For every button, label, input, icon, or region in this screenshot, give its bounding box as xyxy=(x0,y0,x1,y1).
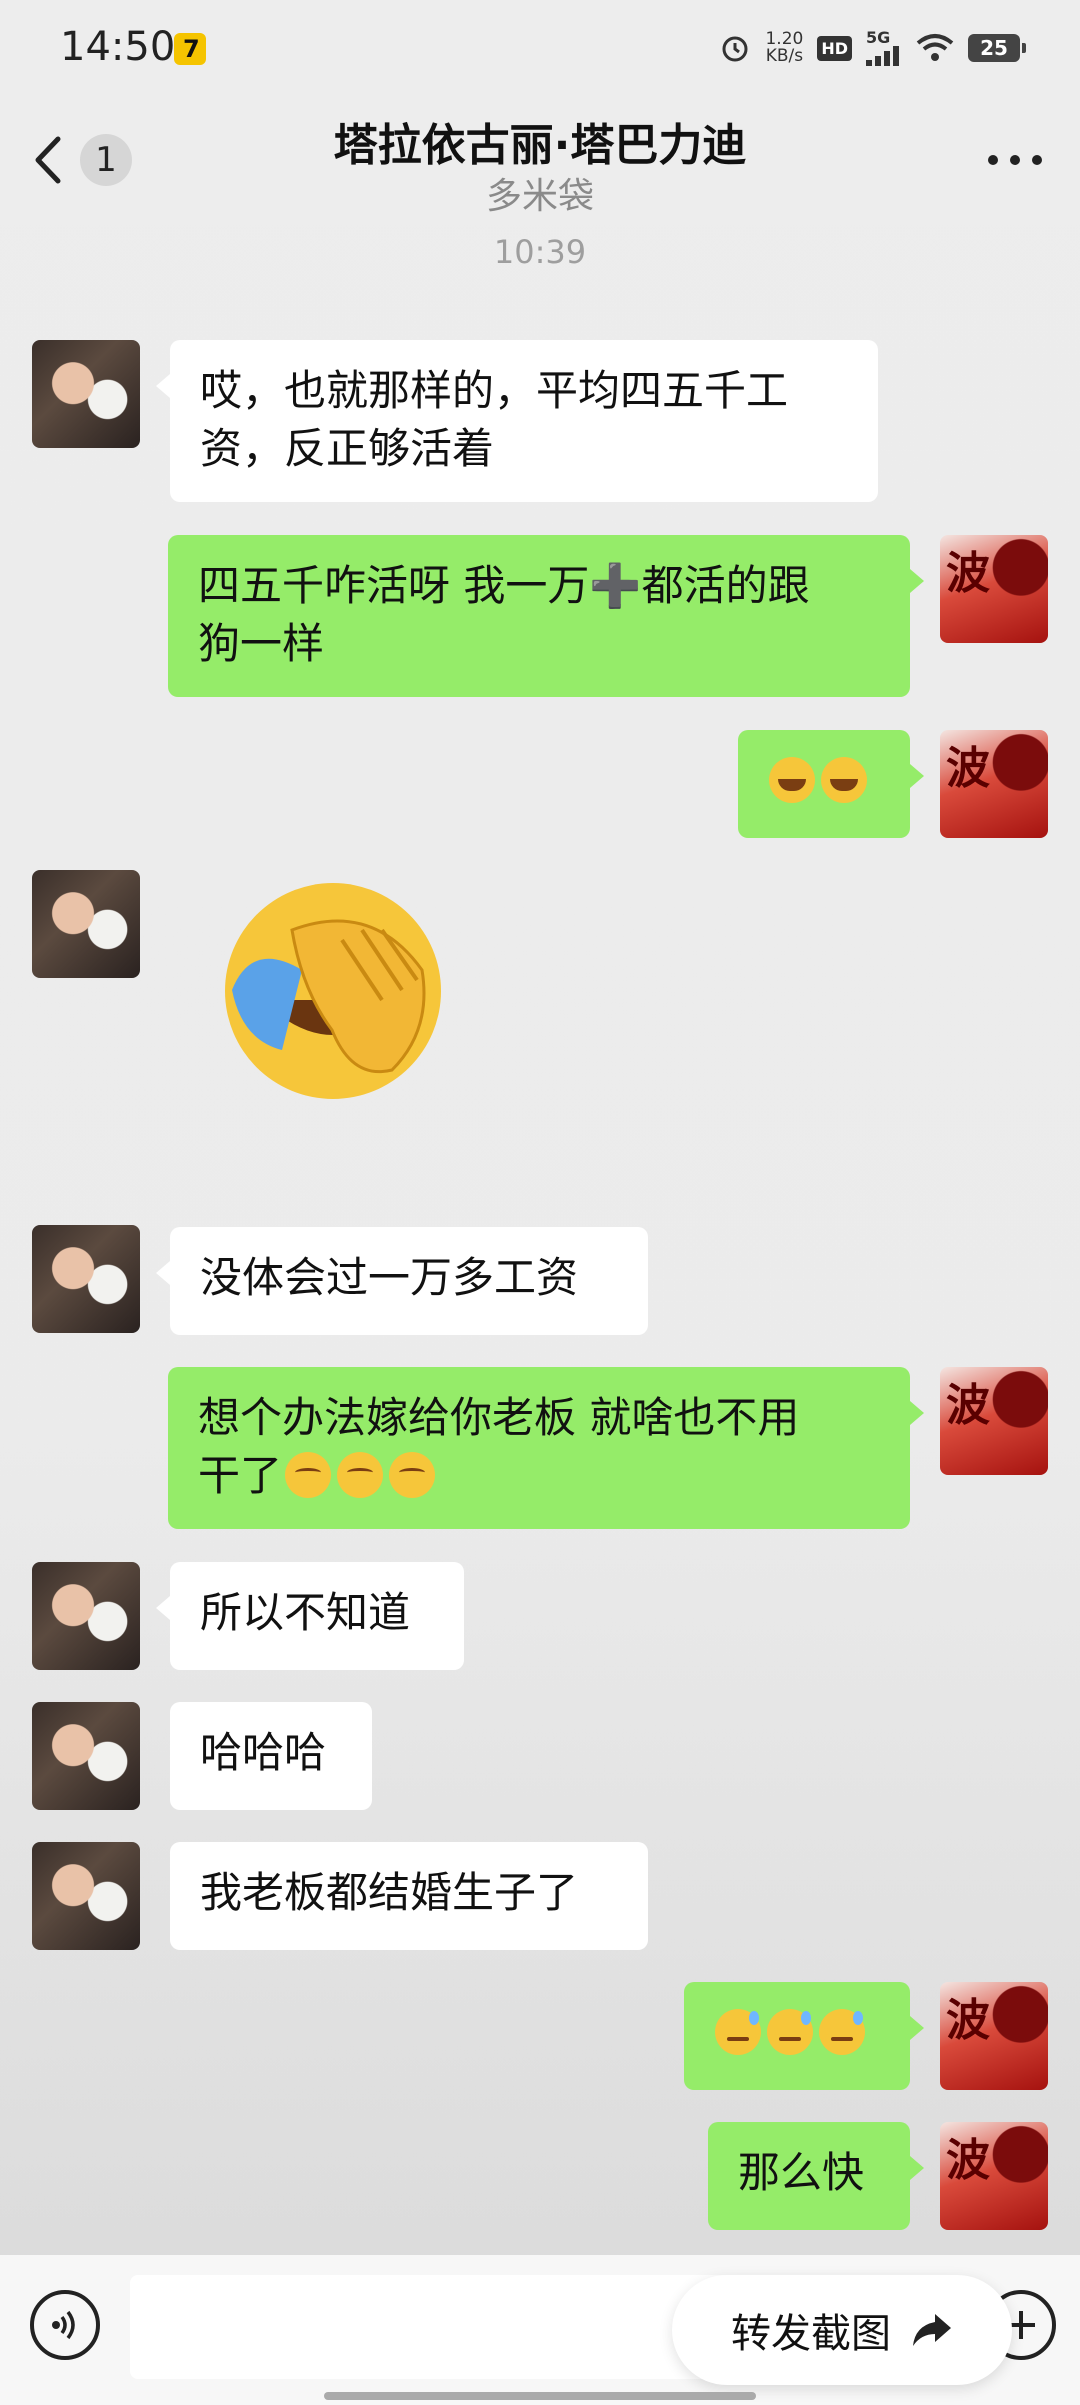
blushing-emoji-icon xyxy=(389,1452,436,1498)
message-bubble-incoming[interactable]: 没体会过一万多工资 xyxy=(156,1227,648,1335)
message-bubble-outgoing[interactable]: 四五千咋活呀 我一万➕都活的跟 狗一样 xyxy=(168,535,924,697)
contact-avatar[interactable] xyxy=(32,340,140,448)
network-speed: 1.20 KB/s xyxy=(765,29,804,66)
my-avatar[interactable]: 波 xyxy=(940,730,1048,838)
laugh-tears-emoji-icon xyxy=(821,757,867,803)
laugh-tears-emoji-icon xyxy=(769,757,815,803)
chat-subtitle: 多米袋 xyxy=(485,176,594,217)
signal-icon: 5G xyxy=(866,30,902,66)
my-avatar[interactable]: 波 xyxy=(940,1982,1048,2090)
more-horizontal-icon xyxy=(988,155,1042,165)
contact-avatar[interactable] xyxy=(32,870,140,978)
my-avatar[interactable]: 波 xyxy=(940,535,1048,643)
battery-icon: 25 xyxy=(968,34,1026,62)
message-bubble-outgoing[interactable]: 想个办法嫁给你老板 就啥也不用 干了 xyxy=(168,1367,924,1529)
blushing-emoji-icon xyxy=(337,1452,384,1498)
forward-screenshot-button[interactable]: 转发截图 xyxy=(672,2275,1012,2385)
voice-icon xyxy=(52,2310,75,2340)
blushing-emoji-icon xyxy=(285,1452,332,1498)
my-avatar[interactable]: 波 xyxy=(940,2122,1048,2230)
hd-badge: HD xyxy=(817,35,852,61)
status-icons: 1.20 KB/s HD 5G 25 xyxy=(719,28,1026,68)
my-avatar[interactable]: 波 xyxy=(940,1367,1048,1475)
facepalm-sticker-icon[interactable] xyxy=(222,880,444,1102)
message-bubble-outgoing[interactable]: 那么快 xyxy=(708,2122,924,2230)
message-bubble-incoming[interactable]: 我老板都结婚生子了 xyxy=(170,1842,648,1950)
wifi-icon xyxy=(916,34,954,61)
contact-avatar[interactable] xyxy=(32,1562,140,1670)
sweat-emoji-icon xyxy=(767,2009,813,2055)
share-arrow-icon xyxy=(913,2314,951,2346)
message-bubble-outgoing[interactable] xyxy=(684,1982,924,2090)
message-bubble-incoming[interactable]: 哈哈哈 xyxy=(170,1702,372,1810)
message-bubble-incoming[interactable]: 哎，也就那样的，平均四五千工 资，反正够活着 xyxy=(156,340,878,502)
contact-avatar[interactable] xyxy=(32,1842,140,1950)
contact-avatar[interactable] xyxy=(32,1225,140,1333)
home-indicator[interactable] xyxy=(324,2392,756,2400)
status-time: 14:50 xyxy=(60,24,176,70)
message-bubble-incoming[interactable]: 所以不知道 xyxy=(156,1562,464,1670)
voice-input-button[interactable] xyxy=(30,2290,100,2360)
alarm-icon xyxy=(722,36,748,62)
message-bubble-outgoing[interactable] xyxy=(738,730,924,838)
status-bar: 14:50 7 1.20 KB/s HD 5G 25 xyxy=(0,0,1080,95)
chat-header: 1 塔拉依古丽·塔巴力迪 多米袋 xyxy=(0,95,1080,225)
app-notification-icon: 7 xyxy=(174,33,206,65)
sweat-emoji-icon xyxy=(715,2009,761,2055)
more-options-button[interactable] xyxy=(980,135,1050,185)
contact-avatar[interactable] xyxy=(32,1702,140,1810)
message-timestamp: 10:39 xyxy=(493,233,587,271)
chat-title: 塔拉依古丽·塔巴力迪 xyxy=(333,120,747,171)
sweat-emoji-icon xyxy=(819,2009,865,2055)
